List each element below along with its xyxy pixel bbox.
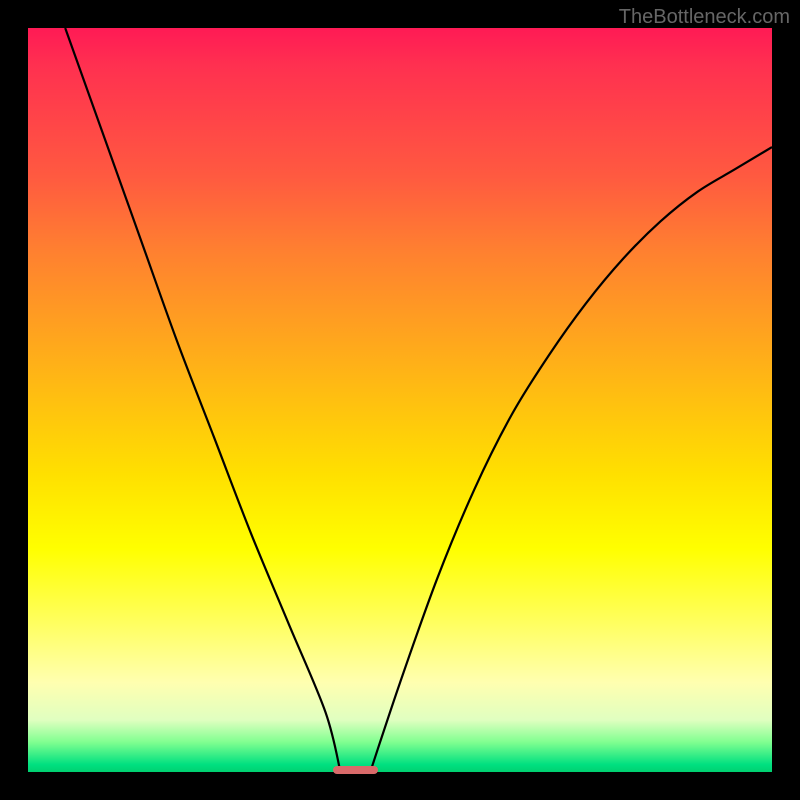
min-marker bbox=[333, 766, 378, 775]
watermark-text: TheBottleneck.com bbox=[619, 6, 790, 29]
chart-container: TheBottleneck.com bbox=[0, 0, 800, 800]
curve-svg bbox=[28, 28, 772, 772]
left-curve bbox=[65, 28, 340, 772]
right-curve bbox=[370, 147, 772, 772]
